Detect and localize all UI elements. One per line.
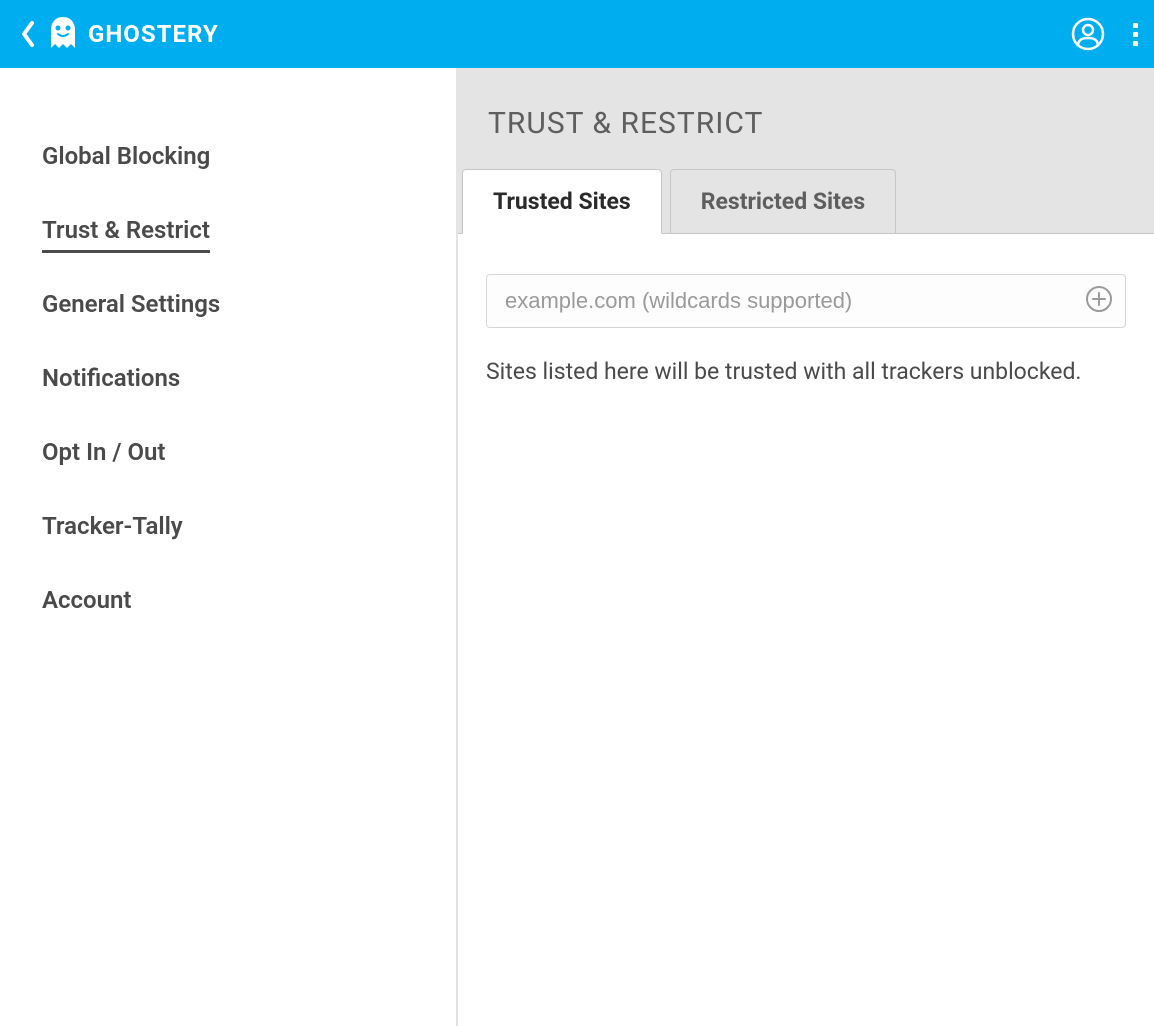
header-right (1071, 17, 1138, 51)
menu-button[interactable] (1133, 23, 1138, 46)
page-title: TRUST & RESTRICT (458, 68, 1154, 169)
kebab-dot-icon (1133, 23, 1138, 28)
sidebar-item-label: General Settings (42, 290, 220, 318)
user-icon (1071, 17, 1105, 51)
sidebar-item-label: Notifications (42, 364, 180, 392)
sidebar-item-label: Opt In / Out (42, 438, 165, 466)
sidebar-item-notifications[interactable]: Notifications (0, 350, 456, 406)
brand-text: GHOSTERY (88, 20, 219, 48)
site-input-wrap (486, 274, 1126, 328)
ghost-icon (48, 15, 78, 53)
sidebar-item-tracker-tally[interactable]: Tracker-Tally (0, 498, 456, 554)
sidebar: Global Blocking Trust & Restrict General… (0, 68, 458, 1026)
header-left: GHOSTERY (20, 15, 219, 53)
sidebar-item-label: Global Blocking (42, 142, 210, 170)
panel-description: Sites listed here will be trusted with a… (486, 358, 1126, 385)
kebab-dot-icon (1133, 32, 1138, 37)
sidebar-item-label: Trust & Restrict (42, 216, 210, 253)
app-header: GHOSTERY (0, 0, 1154, 68)
tab-restricted-sites[interactable]: Restricted Sites (670, 169, 896, 234)
tab-label: Trusted Sites (493, 188, 631, 215)
plus-circle-icon (1085, 285, 1113, 313)
brand-logo[interactable]: GHOSTERY (48, 15, 219, 53)
tab-bar: Trusted Sites Restricted Sites (458, 169, 1154, 234)
sidebar-item-label: Account (42, 586, 132, 614)
sidebar-item-general-settings[interactable]: General Settings (0, 276, 456, 332)
tab-trusted-sites[interactable]: Trusted Sites (462, 169, 662, 234)
tab-label: Restricted Sites (701, 188, 865, 215)
tab-panel: Sites listed here will be trusted with a… (458, 233, 1154, 1026)
sidebar-item-label: Tracker-Tally (42, 512, 183, 540)
main-panel: TRUST & RESTRICT Trusted Sites Restricte… (458, 68, 1154, 1026)
sidebar-item-trust-restrict[interactable]: Trust & Restrict (0, 202, 456, 258)
sidebar-item-global-blocking[interactable]: Global Blocking (0, 128, 456, 184)
account-button[interactable] (1071, 17, 1105, 51)
back-button[interactable] (20, 20, 36, 48)
app-body: Global Blocking Trust & Restrict General… (0, 68, 1154, 1026)
kebab-dot-icon (1133, 41, 1138, 46)
add-site-button[interactable] (1085, 285, 1113, 317)
sidebar-item-opt-in-out[interactable]: Opt In / Out (0, 424, 456, 480)
chevron-left-icon (20, 20, 36, 48)
sidebar-item-account[interactable]: Account (0, 572, 456, 628)
site-input[interactable] (505, 288, 1073, 314)
